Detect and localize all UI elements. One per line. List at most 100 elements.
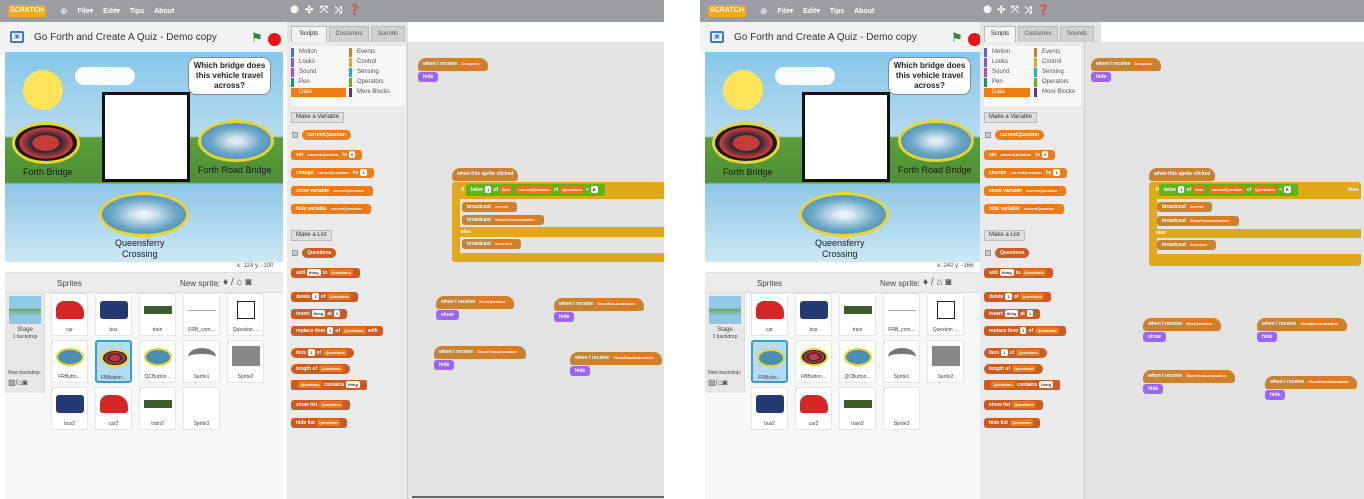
length-of-reporter[interactable]: length of Questions bbox=[291, 364, 350, 374]
hide-block[interactable]: hide bbox=[1265, 390, 1286, 400]
list-reporter[interactable]: Questions bbox=[995, 248, 1030, 258]
sprite-tile[interactable]: Question ... bbox=[927, 293, 964, 336]
cat-looks[interactable]: Looks bbox=[984, 58, 1030, 67]
item-of-reporter[interactable]: item 1 of Questions bbox=[291, 348, 354, 358]
sprite-tile[interactable]: car bbox=[751, 293, 788, 336]
sprite-tile[interactable]: Sprite2 bbox=[927, 340, 964, 383]
shrink-icon[interactable]: ⤨ bbox=[1024, 5, 1032, 16]
stage[interactable]: Which bridge does this vehicle travel ac… bbox=[705, 52, 983, 262]
show-block[interactable]: show bbox=[1143, 332, 1166, 342]
new-backdrop-icons[interactable]: ▨/⌂◙ bbox=[8, 378, 27, 387]
script-area-scrollbar[interactable] bbox=[412, 496, 664, 498]
broadcast-incorrect-block[interactable]: broadcast incorrect bbox=[462, 239, 522, 249]
show-var-block[interactable]: show variable currentQuestion bbox=[291, 186, 374, 196]
item-of-reporter[interactable]: item 1 of Questions bbox=[984, 348, 1047, 358]
equals-predicate[interactable]: letter 1 of item currentQuestion of Questions… bbox=[466, 184, 605, 196]
sprite-tile[interactable]: FRButto... bbox=[51, 340, 88, 383]
new-sprite-icons[interactable]: ♦ / ⌂ ◙ bbox=[223, 277, 251, 288]
cat-pen[interactable]: Pen bbox=[984, 78, 1030, 87]
when-receive-hat[interactable]: when I receive ShowBusAnimation bbox=[554, 298, 644, 311]
sprite-tile[interactable]: bus bbox=[795, 293, 832, 336]
project-mode-icon[interactable]: ▣ bbox=[10, 31, 24, 43]
hide-block[interactable]: hide bbox=[570, 366, 591, 376]
forth-bridge-button[interactable] bbox=[12, 122, 80, 164]
var-checkbox[interactable] bbox=[292, 132, 298, 138]
make-list-button[interactable]: Make a List bbox=[291, 230, 332, 241]
new-backdrop-icons[interactable]: ▨/⌂◙ bbox=[708, 378, 727, 387]
add-to-list-block[interactable]: add thing to Questions bbox=[984, 268, 1053, 278]
when-sprite-clicked-hat[interactable]: when this sprite clicked bbox=[452, 168, 519, 181]
tab-costumes[interactable]: Costumes bbox=[329, 26, 369, 42]
cat-control[interactable]: Control bbox=[1034, 58, 1080, 67]
project-title[interactable]: Go Forth and Create A Quiz - Demo copy bbox=[34, 32, 217, 43]
hide-block[interactable]: hide bbox=[1091, 72, 1112, 82]
green-flag-icon[interactable]: ⚑ bbox=[951, 30, 963, 46]
delete-list-block[interactable]: delete 1 of Questions bbox=[291, 292, 358, 302]
help-icon[interactable]: ❓ bbox=[1037, 5, 1049, 16]
project-mode-icon[interactable]: ▣ bbox=[710, 31, 724, 43]
sprite-tile[interactable]: FRB_com... bbox=[883, 293, 920, 336]
hide-block[interactable]: hide bbox=[1143, 384, 1164, 394]
show-list-block[interactable]: show list Questions bbox=[291, 400, 350, 410]
forth-bridge-button[interactable] bbox=[712, 122, 780, 164]
scratch-logo[interactable]: SCRATCH bbox=[708, 5, 746, 17]
sprite-tile[interactable]: QCButton... bbox=[839, 340, 876, 383]
stage-thumbnail[interactable]: Stage 1 backdrop New backdrop: ▨/⌂◙ bbox=[5, 293, 45, 393]
tab-scripts[interactable]: Scripts bbox=[291, 26, 327, 42]
delete-tool-icon[interactable]: ✣ bbox=[305, 5, 313, 16]
sprite-tile[interactable]: Sprite1 bbox=[183, 340, 220, 383]
hide-list-block[interactable]: hide list Questions bbox=[984, 418, 1041, 428]
sprite-tile-selected[interactable]: FRButto... bbox=[751, 340, 788, 383]
grow-icon[interactable]: ⤧ bbox=[320, 5, 328, 16]
queensferry-button[interactable] bbox=[99, 192, 189, 237]
cat-operators[interactable]: Operators bbox=[1034, 78, 1080, 87]
globe-icon[interactable]: ⊕ bbox=[760, 6, 768, 17]
about-menu[interactable]: About bbox=[154, 8, 174, 15]
when-receive-hat[interactable]: when I receive ShowRoadAnimation bbox=[1265, 376, 1358, 389]
sprite-tile[interactable]: Question ... bbox=[227, 293, 264, 336]
cat-data[interactable]: Data bbox=[291, 88, 346, 97]
tab-scripts[interactable]: Scripts bbox=[984, 26, 1016, 42]
sprite-tile[interactable]: train2 bbox=[839, 387, 876, 430]
tab-sounds[interactable]: Sounds bbox=[1060, 26, 1094, 42]
queensferry-button[interactable] bbox=[799, 192, 889, 237]
cat-control[interactable]: Control bbox=[349, 58, 404, 67]
sprite-tile[interactable]: Sprite3 bbox=[883, 387, 920, 430]
sprite-tile[interactable]: train bbox=[839, 293, 876, 336]
show-block[interactable]: show bbox=[436, 310, 459, 320]
stage[interactable]: Which bridge does this vehicle travel ac… bbox=[5, 52, 283, 262]
duplicate-icon[interactable]: ⚉ bbox=[983, 5, 992, 16]
hide-block[interactable]: hide bbox=[434, 360, 455, 370]
cat-pen[interactable]: Pen bbox=[291, 78, 346, 87]
tips-menu[interactable]: Tips bbox=[130, 8, 144, 15]
contains-predicate[interactable]: Questions contains thing bbox=[291, 380, 367, 390]
delete-tool-icon[interactable]: ✣ bbox=[997, 5, 1005, 16]
sprite-tile[interactable]: car2 bbox=[795, 387, 832, 430]
sprite-tile[interactable]: Sprite2 bbox=[227, 340, 264, 383]
length-of-reporter[interactable]: length of Questions bbox=[984, 364, 1043, 374]
add-to-list-block[interactable]: add thing to Questions bbox=[291, 268, 360, 278]
cat-operators[interactable]: Operators bbox=[349, 78, 404, 87]
when-receive-hat[interactable]: when I receive NextQuestion bbox=[1143, 318, 1222, 331]
broadcast-correct-block[interactable]: broadcast correct bbox=[462, 202, 518, 212]
list-checkbox[interactable] bbox=[292, 250, 298, 256]
variable-reporter[interactable]: currentQuestion bbox=[302, 130, 351, 140]
sprite-tile[interactable]: car2 bbox=[95, 387, 132, 430]
project-title[interactable]: Go Forth and Create A Quiz - Demo copy bbox=[734, 32, 917, 43]
when-receive-hat[interactable]: when I receive NextQuestion bbox=[436, 296, 515, 309]
list-reporter[interactable]: Questions bbox=[302, 248, 337, 258]
tab-costumes[interactable]: Costumes bbox=[1018, 26, 1058, 42]
when-receive-hat[interactable]: when I receive Complete bbox=[1091, 58, 1162, 71]
sprite-tile[interactable]: FBButton... bbox=[795, 340, 832, 383]
sprite-tile[interactable]: bus2 bbox=[751, 387, 788, 430]
broadcast-train-block[interactable]: broadcast ShowTrainAnimation bbox=[462, 215, 544, 225]
sprite-tile[interactable]: car bbox=[51, 293, 88, 336]
cat-events[interactable]: Events bbox=[1034, 48, 1080, 57]
help-icon[interactable]: ❓ bbox=[348, 5, 360, 16]
when-receive-hat[interactable]: when I receive ShowTrainAnimation bbox=[1143, 370, 1235, 383]
cat-motion[interactable]: Motion bbox=[291, 48, 346, 57]
file-menu[interactable]: File▾ bbox=[78, 7, 94, 15]
sprite-tile[interactable]: Sprite1 bbox=[883, 340, 920, 383]
contains-predicate[interactable]: Questions contains thing bbox=[984, 380, 1060, 390]
broadcast-correct-block[interactable]: broadcast correct bbox=[1157, 202, 1213, 212]
